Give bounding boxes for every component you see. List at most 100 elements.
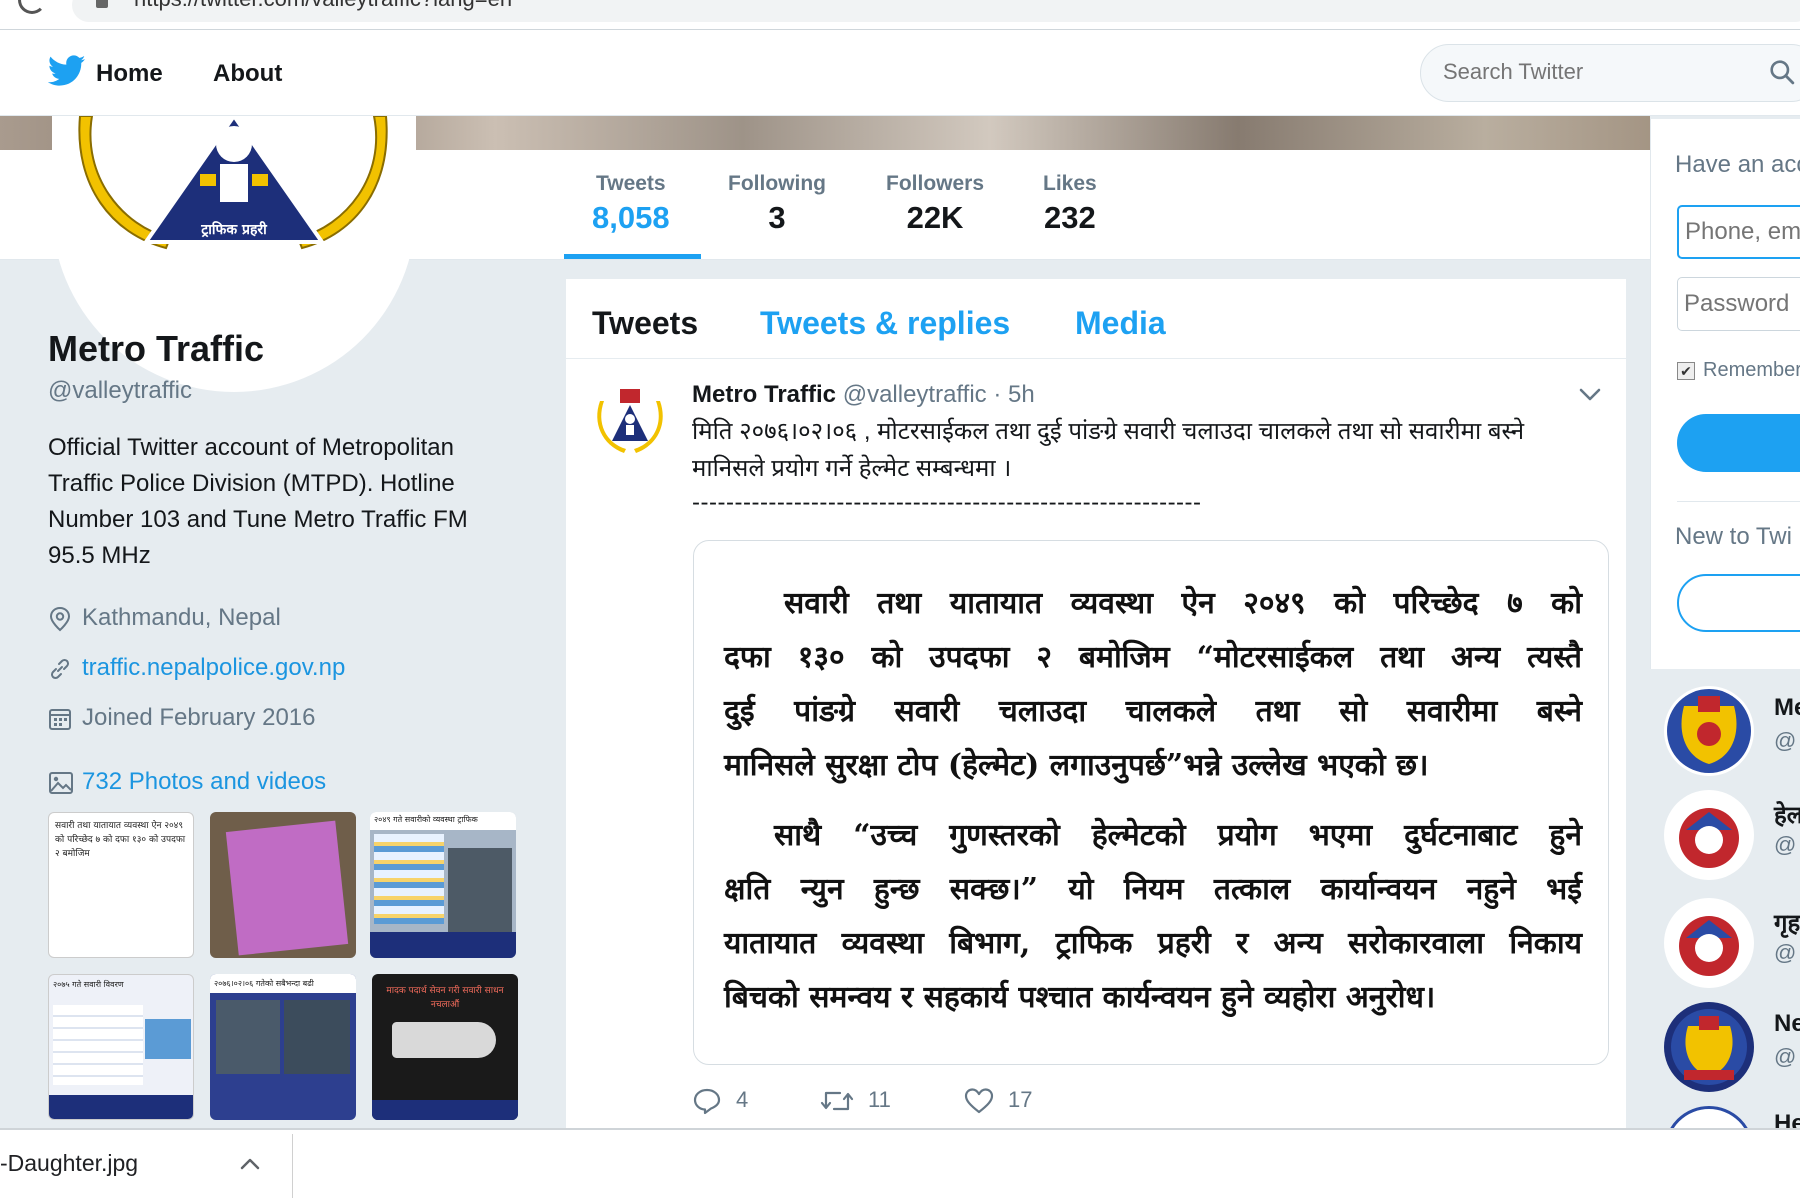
table-graphic: [145, 1019, 191, 1059]
suggestion-item[interactable]: He: [1664, 1106, 1800, 1128]
stat-value: 3: [768, 200, 786, 235]
media-line: दफा १३० को उपदफा २ बमोजिम “मोटरसाईकल तथा…: [724, 640, 1582, 675]
chevron-up-icon[interactable]: [240, 1158, 260, 1170]
remember-checkbox[interactable]: ✔: [1677, 361, 1695, 380]
media-paragraph-1: सवारी तथा यातायात व्यवस्था ऐन २०४९ को पर…: [724, 577, 1582, 793]
media-thumbnail[interactable]: मादक पदार्थ सेवन गरी सवारी साधन नचलाऔं: [372, 974, 518, 1120]
search-input[interactable]: [1443, 59, 1743, 85]
reply-action[interactable]: 4: [692, 1087, 748, 1115]
search-box: [1420, 44, 1800, 102]
stat-label: Following: [728, 172, 826, 195]
login-title: Have an acc: [1675, 151, 1800, 178]
thumbnail-text: २०७६।०२।०६ गतेको सबैभन्दा बढी: [210, 974, 356, 993]
download-filename[interactable]: -Daughter.jpg: [0, 1150, 138, 1177]
retweet-count: 11: [868, 1087, 891, 1112]
stat-value: 232: [1043, 200, 1096, 235]
media-line: क्षति न्युन हुन्छ सक्छ।” यो नियम तत्काल …: [724, 872, 1582, 907]
password-field[interactable]: [1677, 277, 1800, 331]
tweet-timestamp[interactable]: · 5h: [993, 381, 1034, 408]
suggestion-avatar[interactable]: [1664, 790, 1754, 880]
police-emblem-icon: [1667, 689, 1751, 773]
tweet-author-handle[interactable]: @valleytraffic: [843, 381, 987, 408]
download-bar: -Daughter.jpg: [0, 1128, 1800, 1200]
suggestion-avatar[interactable]: [1664, 686, 1754, 776]
tweet-media-card[interactable]: सवारी तथा यातायात व्यवस्था ऐन २०४९ को पर…: [693, 540, 1609, 1065]
media-thumbnail[interactable]: [210, 812, 356, 958]
photos-videos-link[interactable]: 732 Photos and videos: [48, 768, 326, 796]
stat-tweets[interactable]: Tweets 8,058: [592, 172, 670, 236]
chevron-down-icon[interactable]: [1578, 387, 1602, 403]
media-thumbnail[interactable]: २०७५ गते सवारी विवरण: [48, 974, 194, 1120]
like-action[interactable]: 17: [964, 1087, 1032, 1115]
location-pin-icon: [49, 606, 71, 631]
stat-followers[interactable]: Followers 22K: [886, 172, 984, 236]
footer-strip: [372, 1100, 518, 1120]
photo-icon: [49, 771, 73, 794]
media-thumbnail[interactable]: २०४९ गते सवारीको व्यवस्था ट्राफिक: [370, 812, 516, 958]
suggestion-name[interactable]: Me: [1774, 694, 1800, 722]
media-thumbnail[interactable]: २०७६।०२।०६ गतेको सबैभन्दा बढी: [210, 974, 356, 1120]
suggestion-item[interactable]: Ne @: [1664, 1002, 1800, 1098]
suggestion-avatar[interactable]: [1664, 898, 1754, 988]
search-icon[interactable]: [1769, 59, 1795, 85]
suggestion-name[interactable]: He: [1774, 1110, 1800, 1128]
tweet-avatar[interactable]: [590, 383, 670, 463]
suggestion-avatar[interactable]: [1664, 1002, 1754, 1092]
link-icon: [50, 658, 70, 679]
suggestion-item[interactable]: Me @: [1664, 686, 1800, 782]
suggestion-handle: @: [1774, 1044, 1797, 1069]
login-button[interactable]: [1677, 414, 1800, 472]
retweet-action[interactable]: 11: [820, 1087, 891, 1115]
calendar-icon: [49, 708, 71, 730]
phone-email-field[interactable]: [1677, 205, 1800, 259]
suggestion-avatar[interactable]: [1664, 1106, 1754, 1128]
info-panel: [284, 1000, 350, 1074]
profile-website[interactable]: traffic.nepalpolice.gov.np: [48, 654, 345, 682]
thumbnail-text: मादक पदार्थ सेवन गरी सवारी साधन नचलाऔं: [386, 986, 504, 1010]
reload-icon[interactable]: [18, 0, 46, 14]
twitter-bird-icon[interactable]: [48, 54, 86, 88]
profile-name[interactable]: Metro Traffic: [48, 328, 264, 370]
remember-me[interactable]: ✔ Remember: [1677, 359, 1800, 382]
suggestion-name[interactable]: हेल: [1774, 798, 1800, 831]
timeline-tabs: Tweets Tweets & replies Media: [566, 279, 1626, 359]
url-text[interactable]: https://twitter.com/valleytraffic?lang=e…: [134, 0, 512, 12]
officers-photo: [448, 848, 512, 938]
media-line: यातायात व्यवस्था बिभाग, ट्राफिक प्रहरी र…: [724, 926, 1582, 961]
traffic-police-emblem-icon: ट्राफिक प्रहरी: [78, 116, 388, 250]
nav-home-link[interactable]: Home: [96, 60, 163, 88]
government-emblem-icon: [1679, 916, 1739, 976]
profile-handle: @valleytraffic: [48, 377, 192, 404]
website-link[interactable]: traffic.nepalpolice.gov.np: [82, 654, 345, 681]
media-line: सवारी तथा यातायात व्यवस्था ऐन २०४९ को पर…: [784, 586, 1582, 621]
suggestion-item[interactable]: हेल @: [1664, 790, 1800, 886]
timeline: Tweets Tweets & replies Media Metro Traf…: [566, 279, 1626, 1139]
stat-following[interactable]: Following 3: [728, 172, 826, 236]
profile-joined: Joined February 2016: [48, 704, 315, 732]
browser-address-bar: https://twitter.com/valleytraffic?lang=e…: [0, 0, 1800, 30]
heart-icon: [964, 1088, 994, 1114]
tweet-author-name[interactable]: Metro Traffic: [692, 381, 836, 408]
login-panel: Have an acc ✔ Remember New to Twi: [1650, 119, 1800, 669]
signup-button[interactable]: [1677, 574, 1800, 632]
joined-text: Joined February 2016: [82, 704, 316, 731]
bottle-shape: [392, 1022, 496, 1058]
footer-strip: [370, 932, 516, 958]
stat-label: Tweets: [595, 172, 666, 195]
tab-tweets[interactable]: Tweets: [592, 305, 698, 342]
remember-label: Remember: [1703, 359, 1800, 381]
active-stat-underline: [564, 254, 701, 259]
media-thumbnail[interactable]: सवारी तथा यातायात व्यवस्था ऐन २०४९ को पर…: [48, 812, 194, 958]
nav-about-link[interactable]: About: [213, 60, 282, 88]
location-text: Kathmandu, Nepal: [82, 604, 281, 631]
photos-link-text[interactable]: 732 Photos and videos: [82, 768, 326, 795]
stat-value: 22K: [906, 200, 964, 235]
tab-media[interactable]: Media: [1075, 305, 1166, 342]
suggestion-handle: @: [1774, 832, 1797, 857]
thumbnail-text: सवारी तथा यातायात व्यवस्था ऐन २०४९ को पर…: [55, 821, 186, 859]
stat-likes[interactable]: Likes 232: [1043, 172, 1097, 236]
suggestion-name[interactable]: गृह: [1774, 906, 1800, 939]
suggestion-name[interactable]: Ne: [1774, 1010, 1800, 1038]
tab-tweets-replies[interactable]: Tweets & replies: [760, 305, 1010, 342]
suggestion-item[interactable]: गृह @: [1664, 898, 1800, 994]
